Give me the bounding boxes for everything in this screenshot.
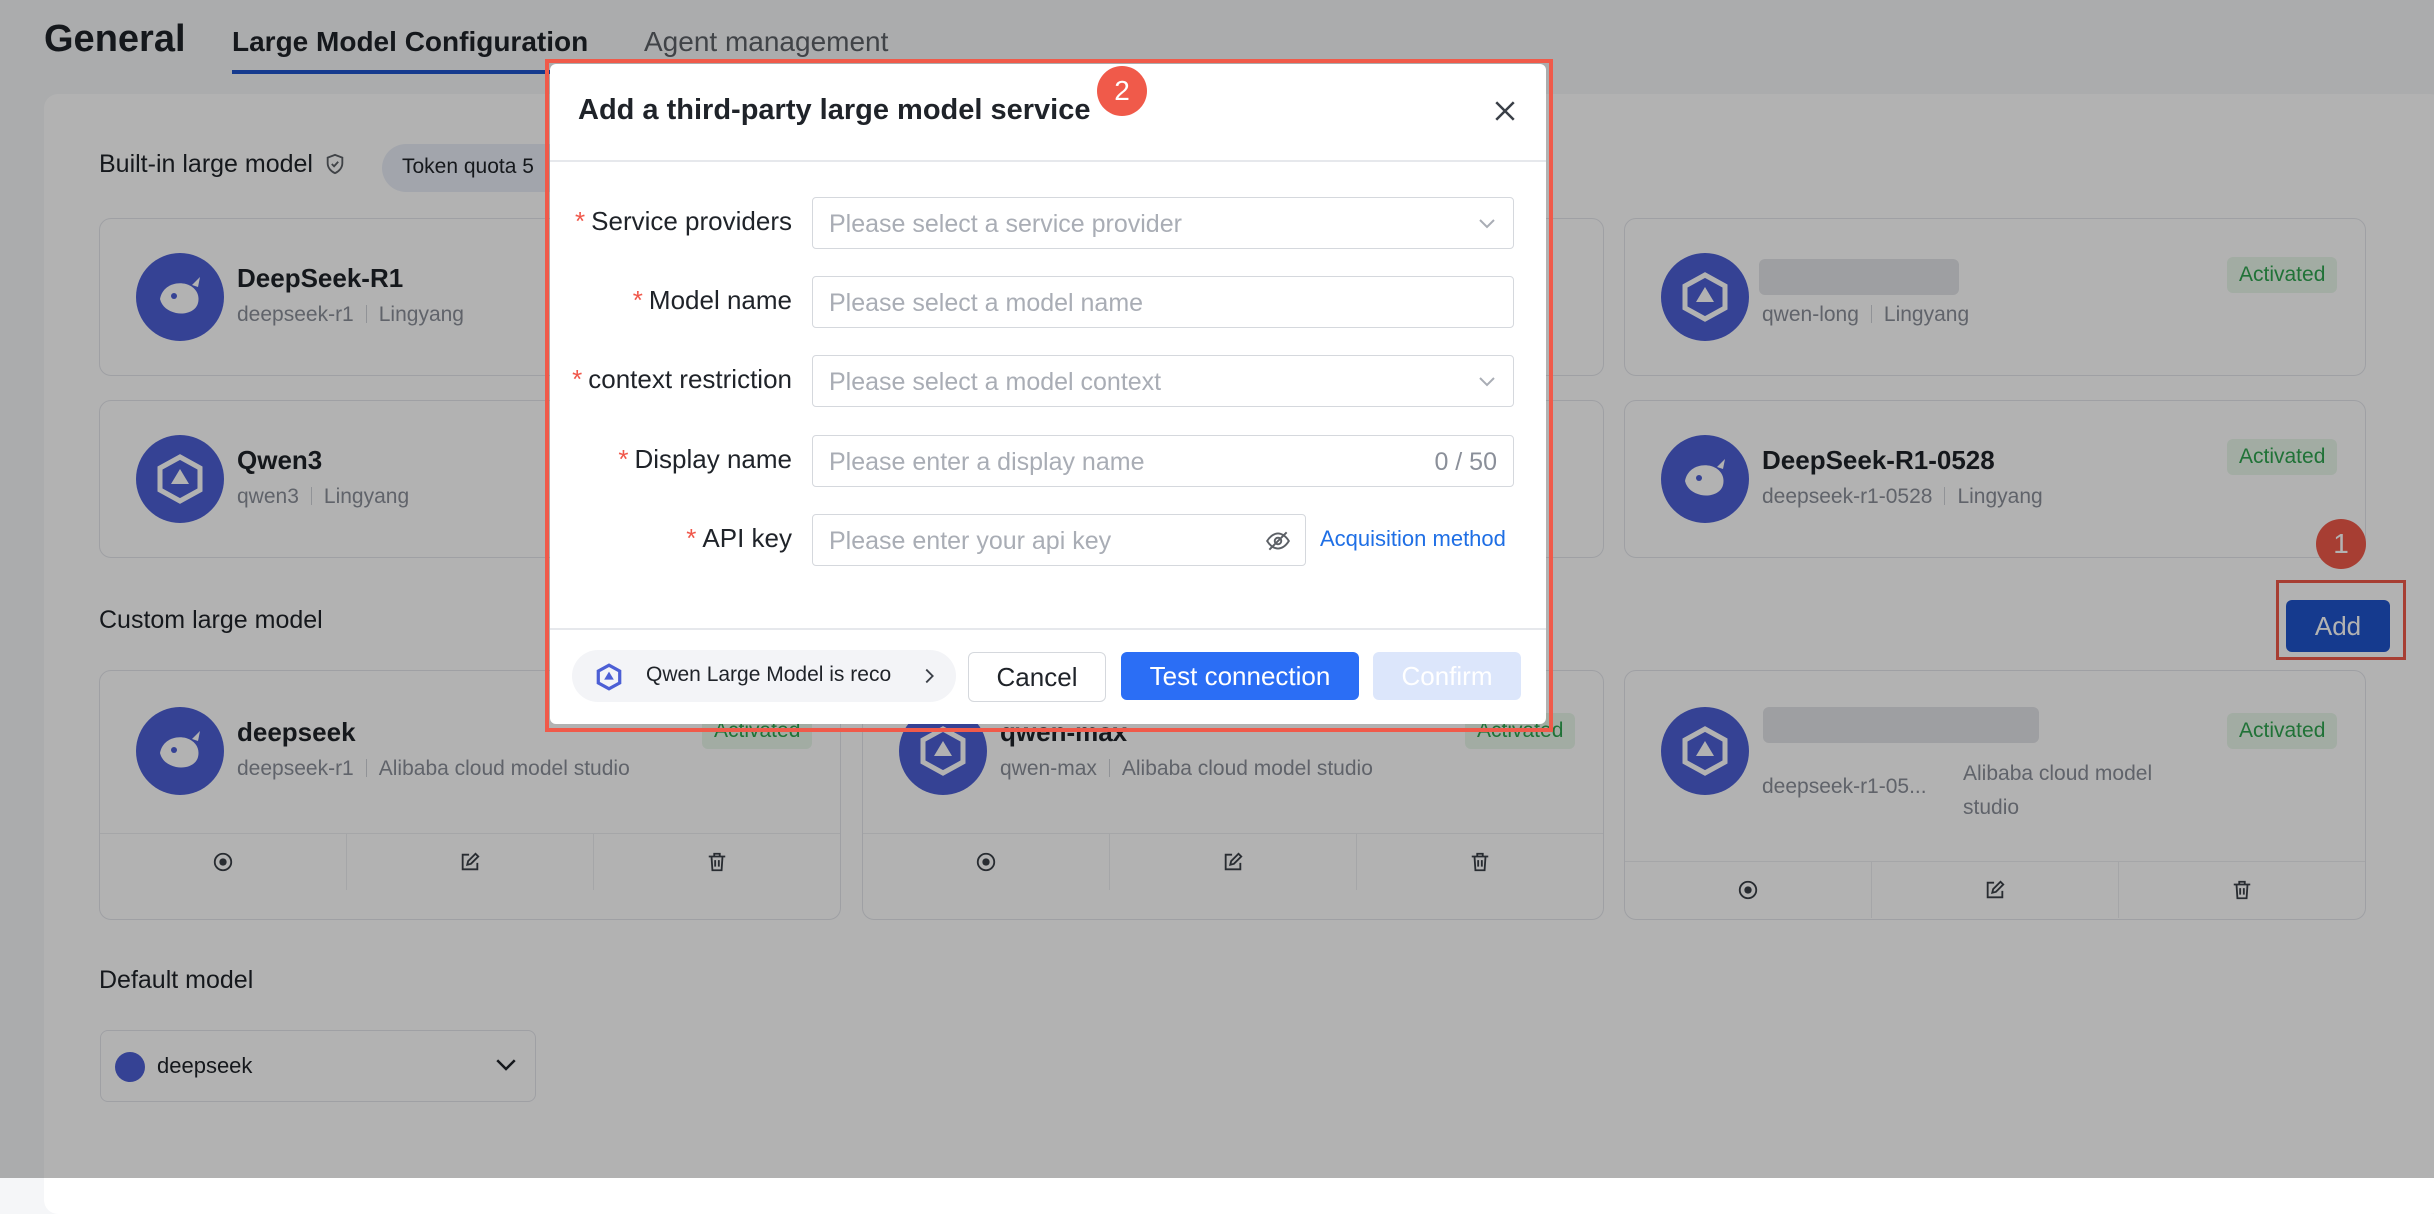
model-name-label-text: Model name (648, 285, 792, 315)
api-key-label-text: API key (702, 523, 792, 553)
api-key-placeholder: Please enter your api key (829, 527, 1112, 555)
confirm-button[interactable]: Confirm (1373, 652, 1521, 700)
context-restriction-label-text: context restriction (588, 364, 792, 394)
display-name-placeholder: Please enter a display name (829, 448, 1145, 476)
add-service-modal: Add a third-party large model service * S… (550, 64, 1546, 724)
service-providers-label-text: Service providers (591, 206, 792, 236)
model-name-select[interactable]: Please select a model name (812, 276, 1514, 328)
display-name-label-text: Display name (634, 444, 792, 474)
chevron-right-icon (925, 668, 934, 684)
qwen-icon (596, 663, 622, 691)
acquisition-method-link[interactable]: Acquisition method (1320, 526, 1506, 552)
step-marker-2: 2 (1097, 66, 1147, 116)
qwen-recommendation-pill[interactable]: Qwen Large Model is reco (572, 650, 956, 702)
cancel-button[interactable]: Cancel (968, 652, 1106, 702)
service-provider-select[interactable]: Please select a service provider (812, 197, 1514, 249)
api-key-label: * API key (686, 523, 792, 553)
character-counter: 0 / 50 (1434, 448, 1497, 476)
service-provider-placeholder: Please select a service provider (829, 210, 1182, 238)
test-connection-button[interactable]: Test connection (1121, 652, 1359, 700)
context-restriction-select[interactable]: Please select a model context (812, 355, 1514, 407)
chevron-down-icon (1479, 219, 1495, 229)
modal-header-divider (550, 160, 1546, 162)
service-providers-label: * Service providers (575, 206, 792, 236)
eye-off-icon[interactable] (1265, 528, 1291, 554)
display-name-input[interactable]: Please enter a display name 0 / 50 (812, 435, 1514, 487)
model-name-label: * Model name (632, 285, 792, 315)
recommendation-text: Qwen Large Model is reco (646, 663, 892, 686)
close-icon[interactable] (1490, 96, 1520, 126)
chevron-down-icon (1479, 377, 1495, 387)
modal-title: Add a third-party large model service (578, 94, 1091, 126)
context-restriction-placeholder: Please select a model context (829, 368, 1162, 396)
context-restriction-label: * context restriction (572, 364, 792, 394)
api-key-input[interactable]: Please enter your api key (812, 514, 1306, 566)
display-name-label: * Display name (618, 444, 792, 474)
model-name-placeholder: Please select a model name (829, 289, 1144, 317)
modal-footer-divider (550, 628, 1546, 630)
